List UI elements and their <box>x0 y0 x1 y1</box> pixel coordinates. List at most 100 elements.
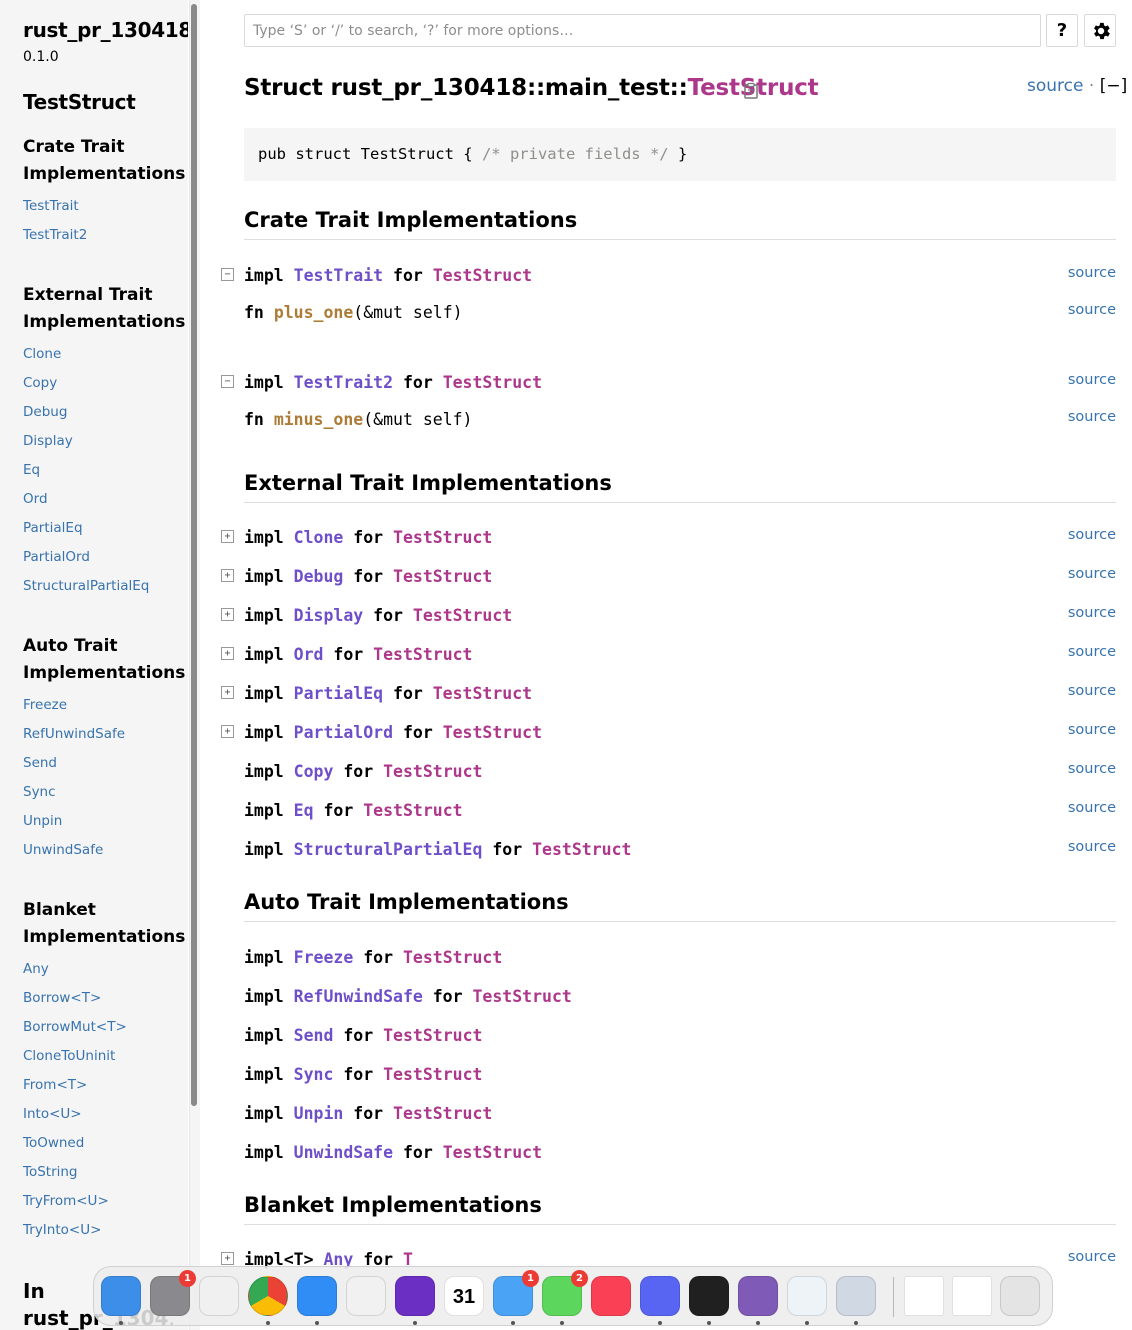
source-link[interactable]: source <box>1068 835 1116 859</box>
sidebar-item-tryinto-u[interactable]: TryInto<U> <box>23 1222 101 1238</box>
collapse-toggle[interactable]: − <box>221 268 234 281</box>
safari-icon[interactable] <box>297 1276 337 1316</box>
source-link[interactable]: source <box>1068 601 1116 625</box>
recent-document-icon[interactable] <box>904 1276 944 1316</box>
struct-link[interactable]: TestStruct <box>373 645 472 664</box>
sidebar-item-copy[interactable]: Copy <box>23 375 57 391</box>
trait-link[interactable]: Send <box>294 1026 334 1045</box>
sidebar-item-partialord[interactable]: PartialOrd <box>23 549 90 565</box>
source-link[interactable]: source <box>1068 718 1116 742</box>
sidebar-item-any[interactable]: Any <box>23 961 49 977</box>
sidebar-item-toowned[interactable]: ToOwned <box>23 1135 84 1151</box>
sidebar-item-testtrait2[interactable]: TestTrait2 <box>23 227 87 243</box>
expand-toggle[interactable]: + <box>221 530 234 543</box>
copy-path-icon[interactable] <box>742 82 760 100</box>
trait-link[interactable]: RefUnwindSafe <box>294 987 423 1006</box>
expand-toggle[interactable]: + <box>221 725 234 738</box>
sidebar-item-partialeq[interactable]: PartialEq <box>23 520 83 536</box>
source-link[interactable]: source <box>1068 1245 1116 1269</box>
sidebar-item-refunwindsafe[interactable]: RefUnwindSafe <box>23 726 125 742</box>
struct-link[interactable]: TestStruct <box>383 1026 482 1045</box>
sidebar-item-from-t[interactable]: From<T> <box>23 1077 87 1093</box>
source-link[interactable]: source <box>1068 796 1116 820</box>
sidebar-item-into-u[interactable]: Into<U> <box>23 1106 82 1122</box>
struct-link[interactable]: TestStruct <box>363 801 462 820</box>
struct-link[interactable]: TestStruct <box>393 528 492 547</box>
source-link[interactable]: source <box>1068 261 1116 285</box>
source-link[interactable]: source <box>1068 679 1116 703</box>
expand-toggle[interactable]: + <box>221 608 234 621</box>
sidebar-item-structuralpartialeq[interactable]: StructuralPartialEq <box>23 578 149 594</box>
trait-link[interactable]: Eq <box>294 801 314 820</box>
trait-link[interactable]: Debug <box>294 567 344 586</box>
struct-link[interactable]: TestStruct <box>443 723 542 742</box>
sidebar-scrollbar-thumb[interactable] <box>191 4 197 1106</box>
collapse-toggle[interactable]: − <box>221 375 234 388</box>
trait-link[interactable]: StructuralPartialEq <box>294 840 483 859</box>
sidebar-section-heading[interactable]: External Trait Implementations <box>23 282 185 336</box>
alacritty-icon[interactable] <box>689 1276 729 1316</box>
section-heading-crate-trait[interactable]: Crate Trait Implementations <box>244 208 1116 240</box>
source-link[interactable]: source <box>1068 523 1116 547</box>
trait-link[interactable]: Freeze <box>294 948 354 967</box>
settings-button[interactable] <box>1084 14 1116 47</box>
trait-link[interactable]: Copy <box>294 762 334 781</box>
struct-link[interactable]: TestStruct <box>403 948 502 967</box>
source-link[interactable]: source <box>1068 368 1116 392</box>
sidebar-section-heading[interactable]: Crate Trait Implementations <box>23 134 185 188</box>
expand-toggle[interactable]: + <box>221 686 234 699</box>
trait-link[interactable]: PartialEq <box>294 684 383 703</box>
section-heading-blanket[interactable]: Blanket Implementations <box>244 1193 1116 1225</box>
collapse-all-toggle[interactable]: [−] <box>1100 76 1128 96</box>
struct-link[interactable]: TestStruct <box>383 1065 482 1084</box>
sidebar-item-borrow-t[interactable]: Borrow<T> <box>23 990 101 1006</box>
sidebar-item-unwindsafe[interactable]: UnwindSafe <box>23 842 103 858</box>
sidebar-section-heading[interactable]: Blanket Implementations <box>23 897 185 951</box>
struct-link[interactable]: TestStruct <box>443 373 542 392</box>
section-heading-auto-trait[interactable]: Auto Trait Implementations <box>244 890 1116 922</box>
source-link[interactable]: source <box>1068 405 1116 429</box>
trait-link[interactable]: UnwindSafe <box>294 1143 393 1162</box>
crate-name[interactable]: rust_pr_130418 <box>23 18 188 42</box>
vscode-icon[interactable] <box>787 1276 827 1316</box>
struct-link[interactable]: TestStruct <box>393 1104 492 1123</box>
sidebar-struct-name[interactable]: TestStruct <box>23 90 136 114</box>
recent-document-icon[interactable] <box>952 1276 992 1316</box>
search-input[interactable] <box>244 14 1041 47</box>
sidebar-item-ord[interactable]: Ord <box>23 491 48 507</box>
sidebar-item-clone[interactable]: Clone <box>23 346 61 362</box>
trait-link[interactable]: Clone <box>294 528 344 547</box>
sidebar-item-borrowmut-t[interactable]: BorrowMut<T> <box>23 1019 127 1035</box>
sidebar-item-freeze[interactable]: Freeze <box>23 697 67 713</box>
discord-icon[interactable] <box>640 1276 680 1316</box>
expand-toggle[interactable]: + <box>221 1252 234 1265</box>
struct-link[interactable]: TestStruct <box>433 684 532 703</box>
trait-link[interactable]: Ord <box>294 645 324 664</box>
sync-app-icon[interactable] <box>346 1276 386 1316</box>
sidebar-item-sync[interactable]: Sync <box>23 784 56 800</box>
trait-link[interactable]: Sync <box>294 1065 334 1084</box>
method-link[interactable]: plus_one <box>274 303 353 322</box>
trait-link[interactable]: TestTrait <box>294 266 383 285</box>
trait-link[interactable]: Unpin <box>294 1104 344 1123</box>
trash-icon[interactable] <box>1000 1276 1040 1316</box>
struct-link[interactable]: TestStruct <box>393 567 492 586</box>
source-link[interactable]: source <box>1068 562 1116 586</box>
firefox-icon[interactable] <box>395 1276 435 1316</box>
struct-link[interactable]: TestStruct <box>472 987 571 1006</box>
struct-link[interactable]: TestStruct <box>443 1143 542 1162</box>
source-link[interactable]: source <box>1068 757 1116 781</box>
preview-icon[interactable] <box>836 1276 876 1316</box>
launchpad-icon[interactable] <box>199 1276 239 1316</box>
section-heading-external-trait[interactable]: External Trait Implementations <box>244 471 1116 503</box>
struct-link[interactable]: TestStruct <box>532 840 631 859</box>
calendar-icon[interactable]: 31 <box>444 1276 484 1316</box>
source-link[interactable]: source <box>1027 76 1083 96</box>
method-link[interactable]: minus_one <box>274 410 363 429</box>
sidebar-item-tryfrom-u[interactable]: TryFrom<U> <box>23 1193 109 1209</box>
source-link[interactable]: source <box>1068 640 1116 664</box>
finder-icon[interactable] <box>101 1276 141 1316</box>
sidebar-item-display[interactable]: Display <box>23 433 73 449</box>
sidebar-item-eq[interactable]: Eq <box>23 462 40 478</box>
trait-link[interactable]: PartialOrd <box>294 723 393 742</box>
